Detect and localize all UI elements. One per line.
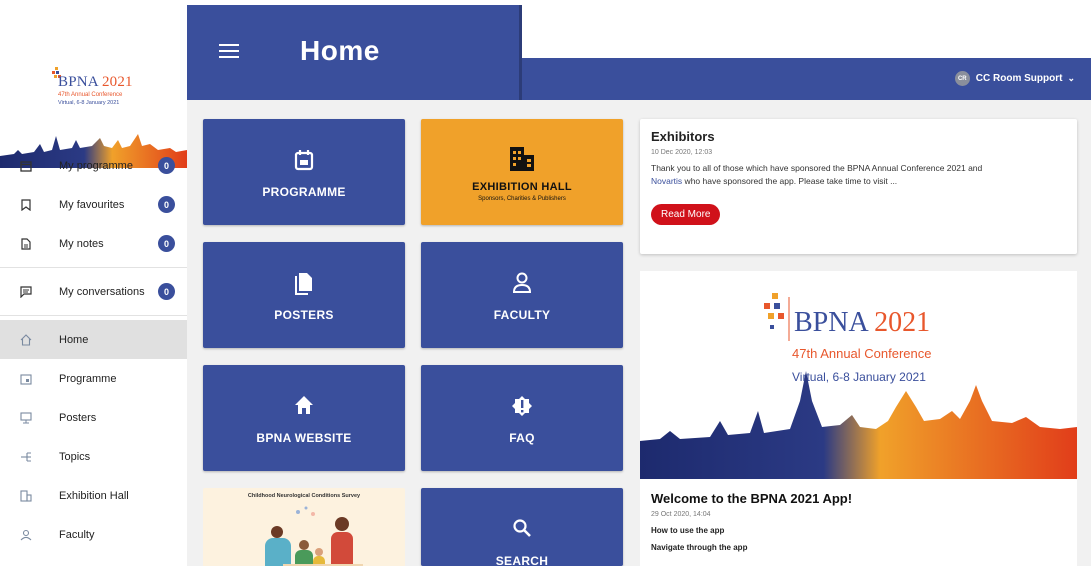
app-root: BPNA 2021 47th Annual Conference Virtual… [0,0,1091,566]
navigate-link[interactable]: Navigate through the app [651,543,1066,552]
presentation-icon [19,411,33,425]
programme-tile[interactable]: PROGRAMME [203,119,405,225]
survey-banner[interactable]: Childhood Neurological Conditions Survey [203,488,405,566]
banner-title: BPNA 2021 [794,307,931,338]
faq-tile[interactable]: FAQ [421,365,623,471]
tile-label: POSTERS [274,308,334,322]
posters-tile[interactable]: POSTERS [203,242,405,348]
skyline-graphic [640,371,1077,479]
calendar-icon [203,149,405,171]
building-icon [421,145,623,171]
page-header: Home [187,5,522,100]
sidebar-item-my-notes[interactable]: My notes 0 [0,224,187,263]
novartis-link[interactable]: Novartis [651,176,682,186]
bookmark-icon [19,198,33,212]
conference-banner[interactable]: BPNA 2021 47th Annual Conference Virtual… [640,271,1077,479]
person-icon [421,272,623,294]
sidebar-menu: My programme 0 My favourites 0 My notes … [0,146,187,554]
news-date: 29 Oct 2020, 14:04 [651,511,711,518]
read-more-button[interactable]: Read More [651,204,721,225]
tile-label: FAQ [509,431,535,445]
search-tile[interactable]: SEARCH [421,488,623,566]
count-badge: 0 [158,283,175,300]
logo-title: BPNA 2021 [58,74,133,90]
sidebar-item-label: My conversations [59,285,145,298]
chevron-down-icon: ⌄ [1067,73,1075,83]
sidebar-item-programme[interactable]: Programme [0,359,187,398]
logo-subtitle: 47th Annual Conference [58,92,123,98]
sidebar-item-home[interactable]: Home [0,320,187,359]
news-body: Thank you to all of those which have spo… [651,163,983,186]
exhibition-hall-tile[interactable]: EXHIBITION HALL Sponsors, Charities & Pu… [421,119,623,225]
tile-label: BPNA WEBSITE [256,431,352,445]
sidebar-item-label: Programme [59,372,117,385]
news-title: Exhibitors [651,129,715,144]
avatar: CR [954,71,970,86]
alert-badge-icon [421,395,623,417]
how-to-use-link[interactable]: How to use the app [651,526,1066,535]
logo-dates: Virtual, 6-8 January 2021 [58,100,120,106]
file-copy-icon [203,272,405,295]
chat-icon [19,285,33,299]
hamburger-menu-icon[interactable] [219,44,239,58]
bpna-website-tile[interactable]: BPNA WEBSITE [203,365,405,471]
top-bar: CR CC Room Support ⌄ [522,58,1091,100]
search-icon [421,518,623,540]
tile-label: FACULTY [493,308,551,322]
user-menu[interactable]: CR CC Room Support ⌄ [954,71,1075,86]
count-badge: 0 [158,196,175,213]
sidebar-item-label: Faculty [59,528,95,541]
sidebar-item-my-programme[interactable]: My programme 0 [0,146,187,185]
sidebar-item-label: My favourites [59,198,125,211]
sidebar-item-label: Home [59,333,89,346]
tile-sublabel: Sponsors, Charities & Publishers [478,196,566,202]
news-card-welcome[interactable]: Welcome to the BPNA 2021 App! 29 Oct 202… [640,479,1077,566]
sidebar-item-posters[interactable]: Posters [0,398,187,437]
home-icon [19,333,33,347]
sidebar-item-label: Exhibition Hall [59,489,129,502]
tile-label: EXHIBITION HALL [472,181,572,193]
home-icon [203,395,405,417]
calendar-icon [19,372,33,386]
divider [0,315,187,316]
faculty-tile[interactable]: FACULTY [421,242,623,348]
page-title: Home [300,35,380,66]
sidebar-item-label: Topics [59,450,91,463]
banner-subtitle: 47th Annual Conference [792,346,932,361]
sidebar-item-label: Posters [59,411,97,424]
person-icon [19,528,33,542]
sidebar-item-my-conversations[interactable]: My conversations 0 [0,272,187,311]
news-card-exhibitors[interactable]: Exhibitors 10 Dec 2020, 12:03 Thank you … [640,119,1077,254]
sidebar-item-my-favourites[interactable]: My favourites 0 [0,185,187,224]
user-name: CC Room Support [975,73,1063,84]
topics-icon [19,450,33,464]
news-title: Welcome to the BPNA 2021 App! [651,491,853,506]
sidebar-item-exhibition-hall[interactable]: Exhibition Hall [0,476,187,515]
sidebar-item-faculty[interactable]: Faculty [0,515,187,554]
logo-mark-icon [764,293,790,341]
tile-label: PROGRAMME [262,185,346,199]
count-badge: 0 [158,235,175,252]
count-badge: 0 [158,157,175,174]
building-icon [19,489,33,503]
divider [0,267,187,268]
sidebar-item-label: My programme [59,159,133,172]
main-content: PROGRAMME EXHIBITION HALL Sponsors, Char… [187,100,1091,566]
news-date: 10 Dec 2020, 12:03 [651,149,713,156]
document-icon [19,237,33,251]
survey-illustration [265,506,363,566]
tile-label: SEARCH [495,554,549,566]
sidebar-item-label: My notes [59,237,104,250]
sidebar-item-topics[interactable]: Topics [0,437,187,476]
sidebar: BPNA 2021 47th Annual Conference Virtual… [0,0,187,566]
calendar-icon [19,159,33,173]
